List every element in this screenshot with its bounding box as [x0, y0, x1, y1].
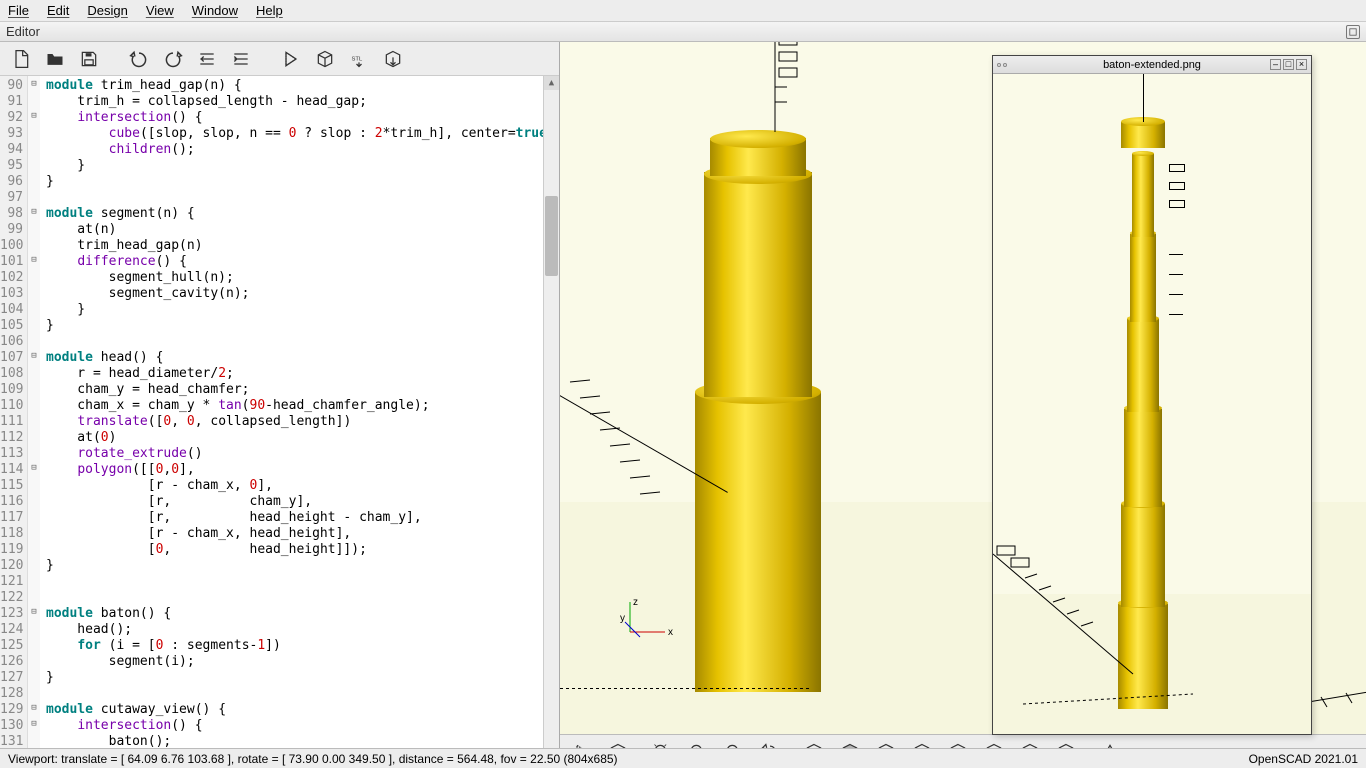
status-bar: Viewport: translate = [ 64.09 6.76 103.6… [0, 748, 1366, 768]
ext-seg-3 [1127, 319, 1159, 412]
new-file-button[interactable] [8, 46, 34, 72]
float-window[interactable]: baton-extended.png ‒ □ × [992, 55, 1312, 735]
editor-close-button[interactable] [1346, 25, 1360, 39]
svg-text:y: y [620, 613, 625, 624]
preview-button[interactable] [278, 46, 304, 72]
menu-view[interactable]: View [146, 3, 174, 18]
window-close-button[interactable]: × [1296, 59, 1307, 70]
editor-pane: STL 909192939495969798991001011021031041… [0, 42, 560, 768]
fold-gutter[interactable]: ⊟⊟⊟⊟⊟⊟⊟⊟⊟ [28, 76, 40, 768]
editor-toolbar: STL [0, 42, 559, 76]
code-text[interactable]: module trim_head_gap(n) { trim_h = colla… [40, 76, 543, 768]
baton-segment-lower [695, 392, 821, 692]
window-maximize-button[interactable]: □ [1283, 59, 1294, 70]
line-gutter: 9091929394959697989910010110210310410510… [0, 76, 28, 768]
editor-title: Editor [6, 24, 40, 39]
save-file-button[interactable] [76, 46, 102, 72]
open-file-button[interactable] [42, 46, 68, 72]
svg-text:STL: STL [352, 56, 363, 62]
editor-titlebar: Editor [0, 22, 1366, 42]
editor-scrollbar[interactable]: ▲ ▼ [543, 76, 559, 768]
indent-button[interactable] [228, 46, 254, 72]
float-window-title: baton-extended.png [1103, 59, 1201, 71]
window-minimize-button[interactable]: ‒ [1270, 59, 1281, 70]
menu-help[interactable]: Help [256, 3, 283, 18]
ext-seg-4 [1130, 234, 1156, 322]
menu-window[interactable]: Window [192, 3, 238, 18]
float-window-titlebar[interactable]: baton-extended.png ‒ □ × [993, 56, 1311, 74]
menu-edit[interactable]: Edit [47, 3, 69, 18]
redo-button[interactable] [160, 46, 186, 72]
menu-file[interactable]: File [8, 3, 29, 18]
float-window-body [993, 74, 1311, 734]
render-button[interactable] [312, 46, 338, 72]
svg-text:z: z [633, 597, 638, 608]
send-to-print-button[interactable] [380, 46, 406, 72]
ext-floor-axis [993, 544, 1311, 724]
baton-segment-upper [704, 172, 812, 397]
status-version-text: OpenSCAD 2021.01 [1249, 752, 1358, 766]
svg-text:x: x [668, 627, 673, 638]
unindent-button[interactable] [194, 46, 220, 72]
axis-legend: z x y [620, 597, 680, 647]
z-axis-ticks [765, 42, 805, 135]
export-stl-button[interactable]: STL [346, 46, 372, 72]
code-editor[interactable]: 9091929394959697989910010110210310410510… [0, 76, 559, 768]
menu-bar: File Edit Design View Window Help [0, 0, 1366, 22]
ext-seg-2 [1124, 409, 1162, 507]
x-axis-dashed [560, 688, 810, 689]
grid-ticks-left [560, 372, 700, 575]
undo-button[interactable] [126, 46, 152, 72]
status-viewport-text: Viewport: translate = [ 64.09 6.76 103.6… [8, 752, 618, 766]
scroll-up-icon[interactable]: ▲ [544, 76, 559, 90]
window-grip-icon [997, 63, 1007, 67]
ext-seg-5 [1132, 154, 1154, 237]
menu-design[interactable]: Design [87, 3, 127, 18]
ext-z-axis [1143, 74, 1144, 122]
scrollbar-thumb[interactable] [545, 196, 558, 276]
